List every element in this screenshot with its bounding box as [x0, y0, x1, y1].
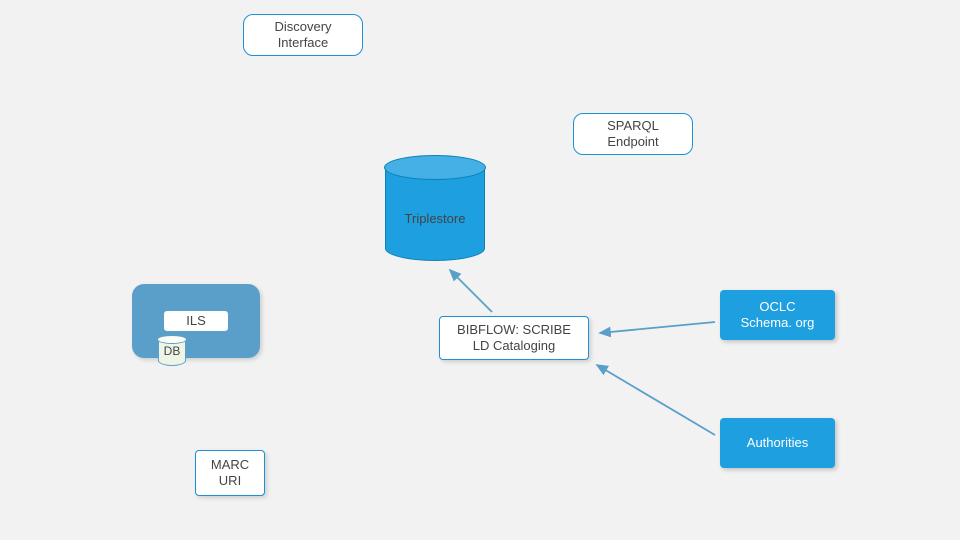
discovery-label: Discovery Interface — [274, 19, 331, 50]
arrow-oclc-bibflow — [600, 322, 715, 333]
bibflow-node: BIBFLOW: SCRIBE LD Cataloging — [439, 316, 589, 360]
arrow-bibflow-triplestore — [450, 270, 492, 312]
triplestore-label: Triplestore — [330, 211, 540, 226]
authorities-label: Authorities — [747, 435, 808, 451]
marc-uri-node: MARC URI — [195, 450, 265, 496]
db-label: DB — [148, 344, 196, 358]
arrow-authorities-bibflow — [597, 365, 715, 435]
oclc-label: OCLC Schema. org — [741, 299, 815, 330]
ils-label-node: ILS — [132, 310, 260, 332]
triplestore-cylinder — [385, 156, 485, 261]
oclc-node: OCLC Schema. org — [720, 290, 835, 340]
authorities-node: Authorities — [720, 418, 835, 468]
discovery-interface-node: Discovery Interface — [243, 14, 363, 56]
bibflow-label: BIBFLOW: SCRIBE LD Cataloging — [457, 322, 571, 353]
sparql-label: SPARQL Endpoint — [607, 118, 659, 149]
sparql-endpoint-node: SPARQL Endpoint — [573, 113, 693, 155]
marc-label: MARC URI — [211, 457, 249, 488]
ils-label: ILS — [163, 310, 229, 332]
